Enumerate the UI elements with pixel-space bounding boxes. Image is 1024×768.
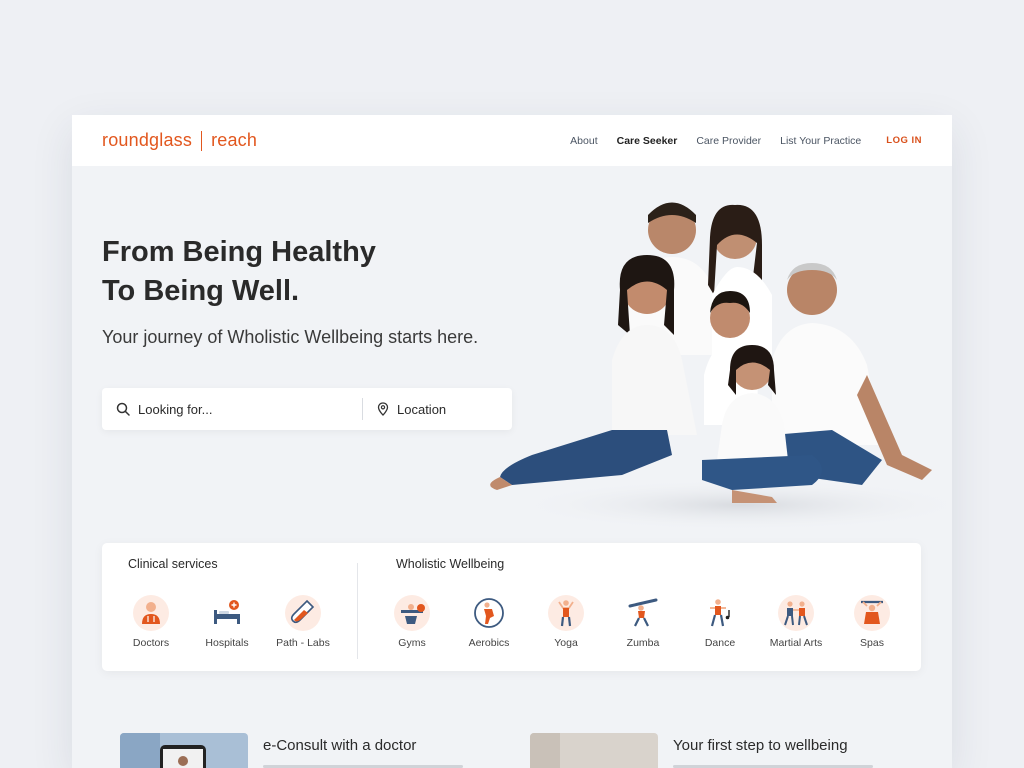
looking-for-placeholder: Looking for... bbox=[138, 401, 213, 417]
main-nav: About Care Seeker Care Provider List You… bbox=[570, 135, 922, 147]
page-card: roundglass reach About Care Seeker Care … bbox=[72, 115, 952, 768]
nav-care-provider[interactable]: Care Provider bbox=[696, 135, 761, 147]
services-panel: Clinical services Wholistic Wellbeing Do… bbox=[102, 543, 921, 671]
service-hospitals-label: Hospitals bbox=[205, 637, 249, 649]
logo-divider bbox=[201, 130, 203, 151]
service-aerobics[interactable]: Aerobics bbox=[451, 595, 527, 649]
service-yoga-label: Yoga bbox=[554, 637, 578, 649]
logo-brand: roundglass bbox=[102, 130, 193, 150]
service-aerobics-label: Aerobics bbox=[468, 637, 510, 649]
test-tube-icon bbox=[285, 595, 321, 631]
e-consult-image bbox=[120, 733, 248, 768]
service-gyms-label: Gyms bbox=[398, 637, 426, 649]
service-martial-arts-label: Martial Arts bbox=[769, 637, 823, 649]
hero-title-line2: To Being Well. bbox=[102, 275, 300, 307]
e-consult-title[interactable]: e-Consult with a doctor bbox=[263, 737, 416, 754]
hero-title: From Being Healthy To Being Well. bbox=[102, 233, 376, 311]
dance-icon bbox=[702, 595, 738, 631]
doctor-icon bbox=[133, 595, 169, 631]
hero-title-line1: From Being Healthy bbox=[102, 236, 376, 268]
service-zumba[interactable]: Zumba bbox=[605, 595, 681, 649]
logo[interactable]: roundglass reach bbox=[102, 130, 257, 151]
nav-list-your-practice[interactable]: List Your Practice bbox=[780, 135, 861, 147]
family-photo bbox=[490, 202, 952, 531]
wellbeing-step-title[interactable]: Your first step to wellbeing bbox=[673, 737, 848, 754]
service-zumba-label: Zumba bbox=[626, 637, 660, 649]
nav-about[interactable]: About bbox=[570, 135, 597, 147]
service-doctors[interactable]: Doctors bbox=[113, 595, 189, 649]
wholistic-wellbeing-title: Wholistic Wellbeing bbox=[396, 557, 505, 571]
nav-care-seeker[interactable]: Care Seeker bbox=[617, 135, 678, 147]
service-path-labs[interactable]: Path - Labs bbox=[265, 595, 341, 649]
search-icon bbox=[116, 402, 130, 416]
service-doctors-label: Doctors bbox=[132, 637, 170, 649]
hospital-bed-icon bbox=[209, 595, 245, 631]
service-martial-arts[interactable]: Martial Arts bbox=[758, 595, 834, 649]
location-pin-icon bbox=[377, 402, 389, 416]
service-spas-label: Spas bbox=[860, 637, 884, 649]
looking-for-input[interactable]: Looking for... bbox=[102, 402, 362, 417]
login-link[interactable]: LOG IN bbox=[886, 135, 922, 146]
logo-sub: reach bbox=[211, 130, 258, 150]
aerobics-icon bbox=[471, 595, 507, 631]
service-path-labs-label: Path - Labs bbox=[276, 637, 330, 649]
service-spas[interactable]: Spas bbox=[834, 595, 910, 649]
spa-icon bbox=[854, 595, 890, 631]
yoga-icon bbox=[548, 595, 584, 631]
service-hospitals[interactable]: Hospitals bbox=[189, 595, 265, 649]
service-gyms[interactable]: Gyms bbox=[374, 595, 450, 649]
zumba-icon bbox=[625, 595, 661, 631]
services-divider bbox=[357, 563, 358, 659]
service-dance[interactable]: Dance bbox=[682, 595, 758, 649]
service-yoga[interactable]: Yoga bbox=[528, 595, 604, 649]
clinical-services-title: Clinical services bbox=[128, 557, 218, 571]
top-navbar: roundglass reach About Care Seeker Care … bbox=[72, 115, 952, 166]
service-dance-label: Dance bbox=[704, 637, 736, 649]
gym-icon bbox=[394, 595, 430, 631]
wellbeing-step-image bbox=[530, 733, 658, 768]
martial-arts-icon bbox=[778, 595, 814, 631]
